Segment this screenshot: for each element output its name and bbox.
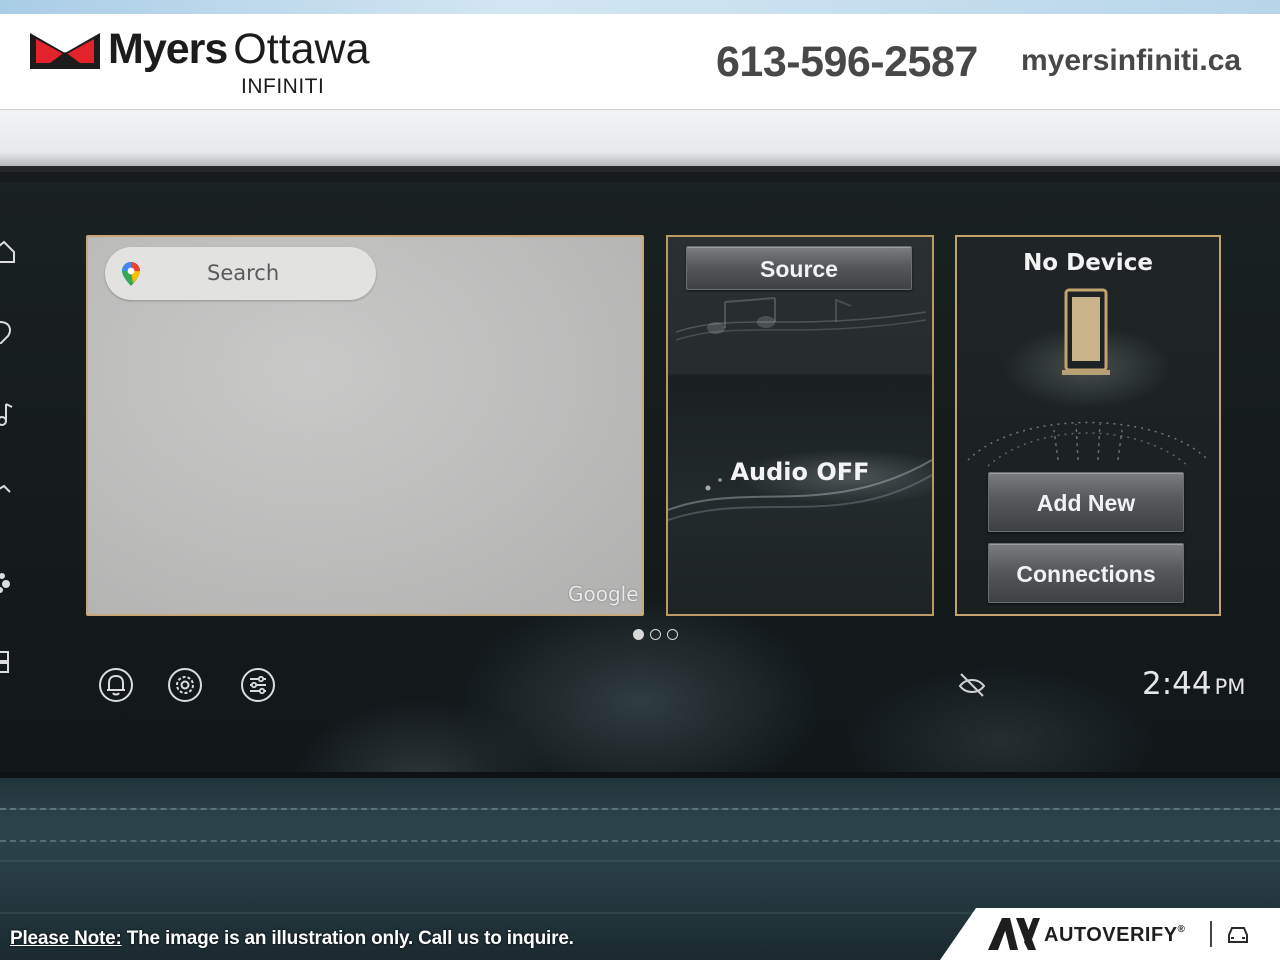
dealer-website[interactable]: myersinfiniti.ca (1021, 44, 1241, 78)
music-notes-graphic (676, 297, 926, 341)
dealer-name: Myers Ottawa (108, 28, 370, 71)
badge-divider (1210, 921, 1212, 947)
map-search-bar[interactable]: Search (105, 247, 376, 300)
home-icon[interactable] (0, 240, 16, 264)
autoverify-logo-icon (988, 918, 1040, 950)
device-status: No Device (1023, 250, 1153, 276)
dealer-header: Myers Ottawa INFINITI 613-596-2587 myersi… (0, 14, 1280, 110)
myers-logo-icon (30, 33, 100, 69)
dealer-name-bold: Myers (108, 25, 228, 73)
page-dot[interactable] (650, 629, 661, 640)
dealer-phone[interactable]: 613-596-2587 (716, 38, 978, 87)
autoverify-name: AUTOVERIFY (1044, 924, 1178, 946)
search-placeholder: Search (207, 261, 280, 285)
audio-status: Audio OFF (730, 458, 870, 486)
dealer-brand: INFINITI (241, 75, 325, 98)
stitch-line (0, 808, 1280, 810)
mute-icon[interactable] (956, 670, 988, 698)
add-new-device-button[interactable]: Add New (988, 472, 1184, 532)
page-dot[interactable] (667, 629, 678, 640)
page-indicator (633, 629, 681, 641)
clock-time: 2:44 (1142, 666, 1212, 702)
autoverify-registered-mark: ® (1177, 924, 1186, 935)
grid-icon[interactable] (0, 650, 16, 674)
settings-gear-icon[interactable] (167, 667, 203, 703)
signal-waves-graphic (967, 421, 1209, 467)
audio-swoosh-graphic (668, 459, 932, 521)
sky-strip (0, 0, 1280, 14)
stitch-line (0, 840, 1280, 842)
dealer-name-light: Ottawa (233, 25, 370, 73)
page-dot[interactable] (633, 629, 644, 640)
disclaimer-note: Please Note: The image is an illustratio… (10, 928, 574, 950)
clock: 2:44 PM (1142, 666, 1245, 702)
notification-bell-icon[interactable] (98, 667, 134, 703)
apps-icon[interactable] (0, 570, 16, 594)
location-pin-icon[interactable] (0, 320, 16, 344)
smartphone-icon (1062, 288, 1110, 375)
adjust-sliders-icon[interactable] (240, 667, 276, 703)
disclaimer-text: The image is an illustration only. Call … (121, 928, 574, 949)
connections-button[interactable]: Connections (988, 543, 1184, 603)
source-button[interactable]: Source (686, 246, 912, 290)
disclaimer-lead: Please Note: (10, 928, 122, 949)
clock-ampm: PM (1214, 675, 1246, 699)
autoverify-label: AUTOVERIFY® (1044, 924, 1185, 947)
car-icon (1228, 927, 1248, 943)
nav-arrow-icon[interactable] (0, 480, 16, 504)
google-attribution: Google (568, 582, 639, 606)
background-wall (0, 110, 1280, 170)
google-maps-pin-icon (122, 262, 140, 286)
music-note-icon[interactable] (0, 402, 16, 426)
